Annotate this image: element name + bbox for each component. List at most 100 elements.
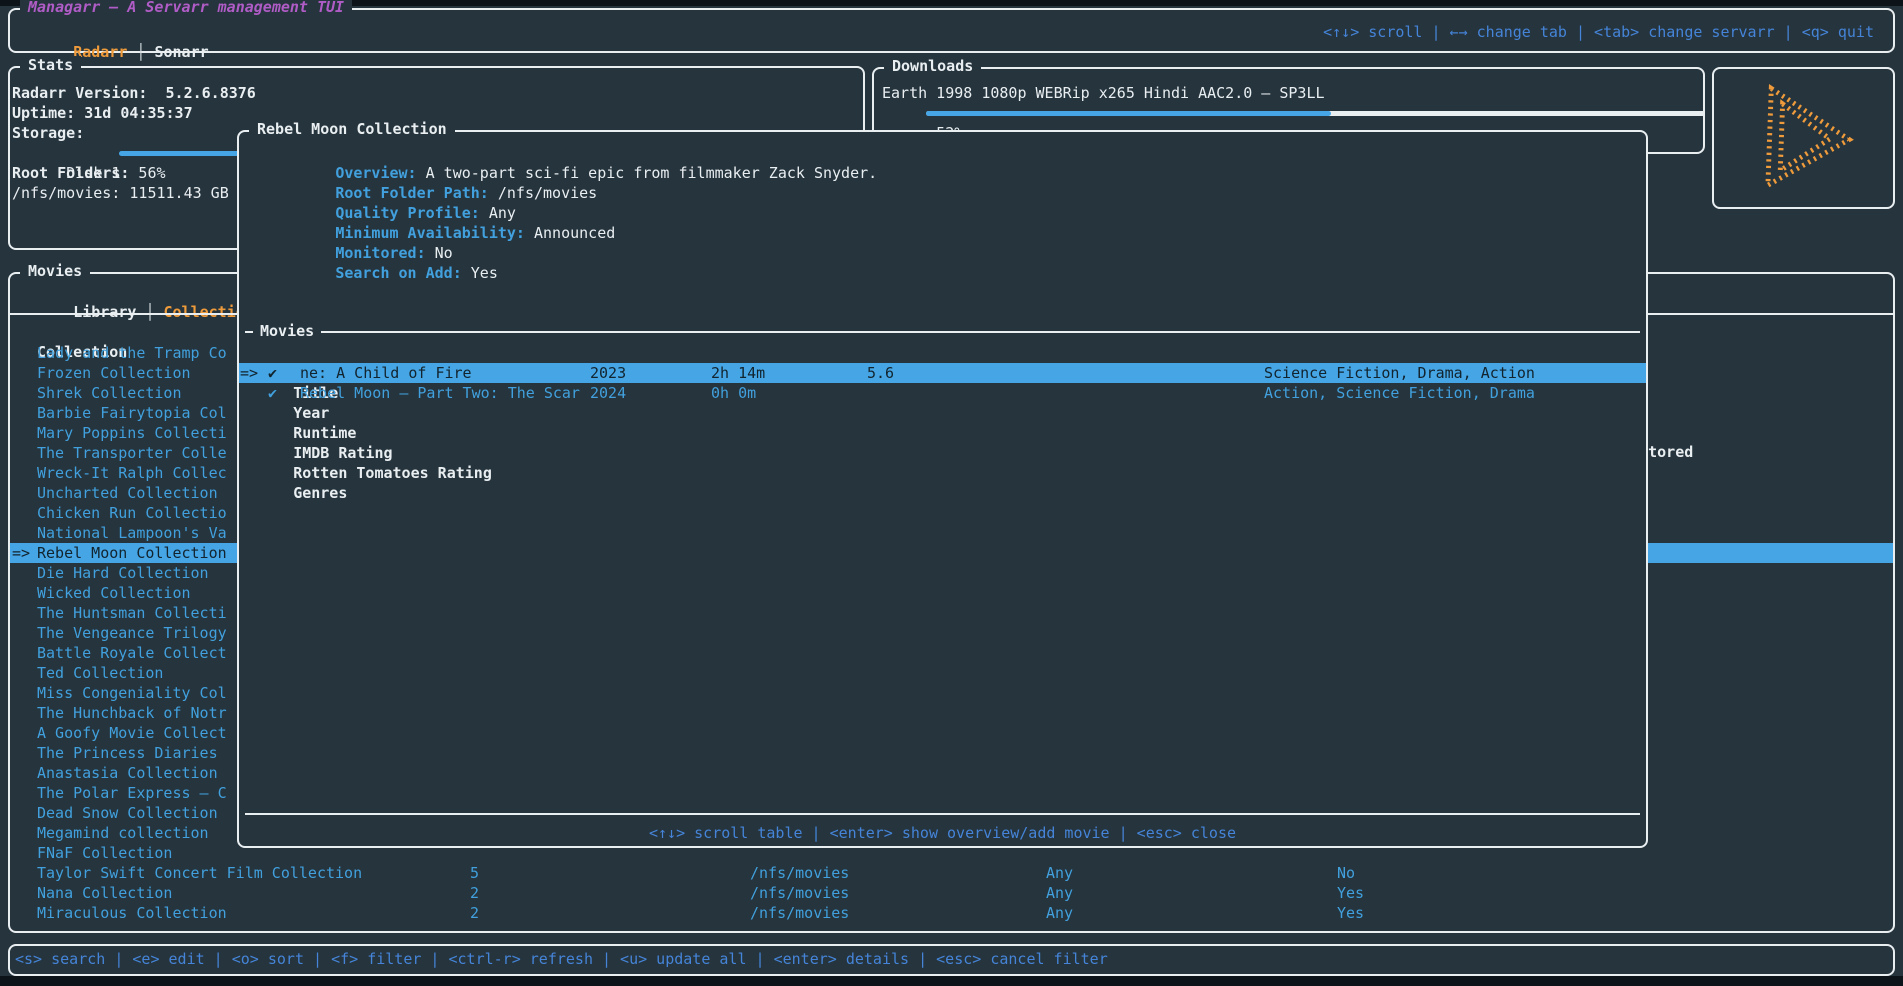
download-progress-bar	[926, 111, 1705, 116]
collection-name: Miraculous Collection	[37, 903, 227, 923]
global-keybindings-help: <↑↓> scroll | ←→ change tab | <tab> chan…	[1323, 22, 1874, 42]
collection-name: The Huntsman Collecti	[37, 603, 227, 623]
selection-arrow: =>	[240, 363, 258, 383]
collection-name: Rebel Moon Collection	[37, 543, 227, 563]
stats-panel-title: Stats	[20, 56, 81, 74]
collection-name: FNaF Collection	[37, 843, 172, 863]
collection-name: Mary Poppins Collecti	[37, 423, 227, 443]
collection-root-folder: /nfs/movies	[750, 883, 849, 903]
collection-field: Root Folder Path: /nfs/movies	[245, 163, 877, 183]
modal-movies-table-title: Movies	[253, 321, 321, 341]
collection-details-modal: Rebel Moon Collection Overview: A two-pa…	[237, 130, 1648, 848]
collection-movie-count: 2	[470, 903, 479, 923]
tab-sonarr[interactable]: Sonarr	[154, 43, 208, 61]
modal-movies-list: => ✔ ne: A Child of Fire 2023 2h 14m 5.6…	[239, 363, 1646, 403]
modal-title: Rebel Moon Collection	[249, 120, 455, 138]
collection-name: Miss Congeniality Col	[37, 683, 227, 703]
movies-table-bottom-border	[245, 813, 1640, 815]
collection-name: Chicken Run Collectio	[37, 503, 227, 523]
collection-row[interactable]: Miraculous Collection 2 /nfs/movies Any …	[10, 903, 1893, 923]
disk-gauge-row: Disk 1: 56%	[12, 143, 166, 163]
collection-field: Overview: A two-part sci-fi epic from fi…	[245, 143, 877, 163]
app-title: Managarr – A Servarr management TUI	[20, 0, 352, 16]
collection-search-on-add: Yes	[1337, 903, 1364, 923]
collection-movie-count: 5	[470, 863, 479, 883]
monitored-check-icon: ✔	[268, 383, 277, 403]
movies-table-top-border	[245, 331, 1640, 333]
selection-arrow: =>	[12, 543, 30, 563]
modal-movies-table-header: ✔ Title Year Runtime IMDB Rating Rotten …	[239, 343, 1646, 363]
collection-name: Barbie Fairytopia Col	[37, 403, 227, 423]
collection-name: Nana Collection	[37, 883, 172, 903]
movie-row[interactable]: ✔ Rebel Moon – Part Two: The Scar 2024 0…	[239, 383, 1646, 403]
root-folders-label: Root Folders:	[12, 163, 129, 183]
collection-row[interactable]: Nana Collection 2 /nfs/movies Any Yes	[10, 883, 1893, 903]
monitored-check-icon: ✔	[268, 363, 277, 383]
collection-name: Anastasia Collection	[37, 763, 218, 783]
tab-library[interactable]: Library	[73, 303, 136, 321]
movie-imdb-rating: 5.6	[867, 363, 894, 383]
header-genres: Genres	[293, 484, 347, 502]
collection-row[interactable]: Taylor Swift Concert Film Collection 5 /…	[10, 863, 1893, 883]
servarr-tabs: Radarr │ Sonarr	[19, 22, 209, 42]
collection-name: The Hunchback of Notr	[37, 703, 227, 723]
movie-genres: Science Fiction, Drama, Action	[1264, 363, 1535, 383]
collection-search-on-add: Yes	[1337, 883, 1364, 903]
movie-year: 2023	[590, 363, 626, 383]
logo-panel	[1712, 67, 1895, 209]
field-value: Yes	[471, 264, 498, 282]
movie-genres: Action, Science Fiction, Drama	[1264, 383, 1535, 403]
collection-field: Quality Profile: Any	[245, 183, 877, 203]
top-bar-panel: Managarr – A Servarr management TUI Rada…	[8, 8, 1895, 53]
download-progress-row: 52%	[882, 103, 963, 123]
movies-panel-title: Movies	[20, 262, 90, 280]
collection-name: Uncharted Collection	[37, 483, 218, 503]
collection-field: Monitored: No	[245, 223, 877, 243]
collection-name: The Polar Express – C	[37, 783, 227, 803]
modal-keybindings-help: <↑↓> scroll table | <enter> show overvie…	[239, 823, 1646, 843]
collection-name: Dead Snow Collection	[37, 803, 218, 823]
collection-field: Minimum Availability: Announced	[245, 203, 877, 223]
collection-root-folder: /nfs/movies	[750, 863, 849, 883]
field-label: Search on Add:	[335, 264, 461, 282]
table-keybindings-help: <s> search | <e> edit | <o> sort | <f> f…	[15, 949, 1108, 969]
movie-title: Rebel Moon – Part Two: The Scar	[300, 383, 580, 403]
collection-name: Wreck-It Ralph Collec	[37, 463, 227, 483]
collection-quality-profile: Any	[1046, 903, 1073, 923]
collection-quality-profile: Any	[1046, 883, 1073, 903]
collection-name: Die Hard Collection	[37, 563, 209, 583]
download-item-name: Earth 1998 1080p WEBRip x265 Hindi AAC2.…	[882, 83, 1325, 103]
managarr-play-logo-icon	[1739, 81, 1869, 195]
collection-name: Megamind collection	[37, 823, 209, 843]
help-bar-panel: <s> search | <e> edit | <o> sort | <f> f…	[8, 944, 1895, 976]
collection-fields: Overview: A two-part sci-fi epic from fi…	[245, 143, 877, 263]
collection-name: Battle Royale Collect	[37, 643, 227, 663]
header-rotten-tomatoes-rating: Rotten Tomatoes Rating	[293, 464, 492, 482]
collection-root-folder: /nfs/movies	[750, 903, 849, 923]
radarr-version: Radarr Version: 5.2.6.8376	[12, 83, 256, 103]
movie-row[interactable]: => ✔ ne: A Child of Fire 2023 2h 14m 5.6…	[239, 363, 1646, 383]
collection-name: Taylor Swift Concert Film Collection	[37, 863, 362, 883]
collection-name: Lady and the Tramp Co	[37, 343, 227, 363]
collection-name: The Transporter Colle	[37, 443, 227, 463]
root-folder-size: /nfs/movies: 11511.43 GB	[12, 183, 229, 203]
collection-field: Search on Add: Yes	[245, 243, 877, 263]
header-imdb-rating: IMDB Rating	[293, 444, 392, 462]
tab-radarr[interactable]: Radarr	[73, 43, 127, 61]
collection-name: The Vengeance Trilogy	[37, 623, 227, 643]
downloads-panel-title: Downloads	[884, 57, 981, 75]
collection-movie-count: 2	[470, 883, 479, 903]
collection-name: Shrek Collection	[37, 383, 182, 403]
collection-name: Wicked Collection	[37, 583, 191, 603]
collection-quality-profile: Any	[1046, 863, 1073, 883]
managarr-tui-screen: Managarr – A Servarr management TUI Rada…	[0, 0, 1903, 986]
collection-name: A Goofy Movie Collect	[37, 723, 227, 743]
collection-name: Ted Collection	[37, 663, 163, 683]
uptime: Uptime: 31d 04:35:37	[12, 103, 193, 123]
collection-name: The Princess Diaries	[37, 743, 218, 763]
collection-search-on-add: No	[1337, 863, 1355, 883]
storage-label: Storage:	[12, 123, 84, 143]
collection-name: Frozen Collection	[37, 363, 191, 383]
header-runtime: Runtime	[293, 424, 356, 442]
header-year: Year	[293, 404, 329, 422]
